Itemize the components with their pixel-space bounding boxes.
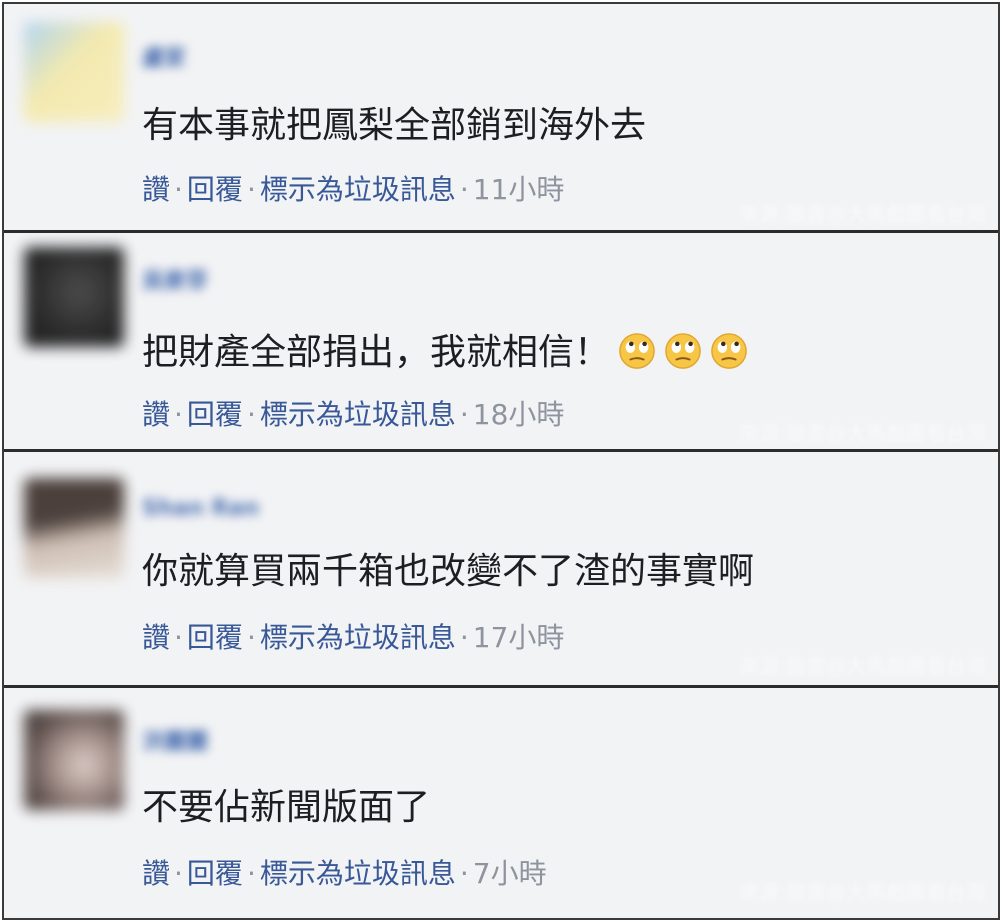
comment-actions: 讚 · 回覆 · 標示為垃圾訊息 · 11小時 — [142, 172, 564, 208]
comment-actions: 讚 · 回覆 · 標示為垃圾訊息 · 7小時 — [142, 856, 547, 892]
reply-link[interactable]: 回覆 — [187, 398, 243, 431]
separator-dot: · — [174, 621, 183, 654]
commenter-name[interactable]: 吳麥芽 — [142, 267, 208, 297]
comment-text: 不要佔新聞版面了 — [142, 787, 431, 828]
avatar[interactable] — [24, 247, 124, 347]
watermark: 來源:臉書@大馬戲團看台灣 — [739, 421, 986, 445]
watermark: 來源:臉書@大馬戲團看台灣 — [739, 202, 986, 226]
reply-link[interactable]: 回覆 — [187, 857, 243, 890]
rolling-eyes-emoji-icon — [665, 333, 701, 369]
separator-dot: · — [459, 398, 469, 431]
reply-link[interactable]: 回覆 — [187, 621, 243, 654]
comment: 盧家 有本事就把鳳梨全部銷到海外去 讚 · 回覆 · 標示為垃圾訊息 · 11小時 來源:臉… — [4, 4, 998, 230]
mark-spam-link[interactable]: 標示為垃圾訊息 — [260, 621, 456, 654]
separator-dot: · — [174, 398, 183, 431]
separator-dot: · — [459, 857, 469, 890]
separator-dot: · — [246, 173, 256, 206]
comment-actions: 讚 · 回覆 · 標示為垃圾訊息 · 17小時 — [142, 620, 564, 656]
rolling-eyes-emoji-icon — [619, 333, 655, 369]
separator-dot: · — [459, 173, 469, 206]
comment-actions: 讚 · 回覆 · 標示為垃圾訊息 · 18小時 — [142, 397, 564, 433]
comments-panel: 盧家 有本事就把鳳梨全部銷到海外去 讚 · 回覆 · 標示為垃圾訊息 · 11小時 來源:臉… — [2, 2, 1000, 920]
commenter-name[interactable]: 洪麗麗 — [142, 728, 208, 758]
like-link[interactable]: 讚 — [142, 398, 170, 431]
like-link[interactable]: 讚 — [142, 621, 170, 654]
comment: Shan Ran 你就算買兩千箱也改變不了渣的事實啊 讚 · 回覆 · 標示為垃圾訊息 ·… — [4, 452, 998, 685]
separator-dot: · — [174, 857, 183, 890]
commenter-name[interactable]: 盧家 — [142, 44, 186, 74]
comment-text: 把財產全部捐出，我就相信！ — [142, 331, 748, 375]
watermark: 來源:臉書@大馬戲團看台灣 — [739, 880, 986, 904]
timestamp[interactable]: 11小時 — [473, 173, 565, 206]
mark-spam-link[interactable]: 標示為垃圾訊息 — [260, 173, 456, 206]
commenter-name[interactable]: Shan Ran — [142, 494, 259, 524]
avatar[interactable] — [24, 710, 124, 810]
avatar[interactable] — [24, 22, 124, 122]
like-link[interactable]: 讚 — [142, 173, 170, 206]
timestamp[interactable]: 18小時 — [473, 398, 565, 431]
like-link[interactable]: 讚 — [142, 857, 170, 890]
avatar[interactable] — [24, 478, 124, 578]
separator-dot: · — [246, 857, 256, 890]
comment-text: 你就算買兩千箱也改變不了渣的事實啊 — [142, 551, 755, 592]
comment: 洪麗麗 不要佔新聞版面了 讚 · 回覆 · 標示為垃圾訊息 · 7小時 來源:臉書@大馬戲團… — [4, 688, 998, 918]
watermark: 來源:臉書@大馬戲團看台灣 — [739, 654, 986, 678]
mark-spam-link[interactable]: 標示為垃圾訊息 — [260, 857, 456, 890]
comment: 吳麥芽 把財產全部捐出，我就相信！ 讚 · 回覆 · 標示為垃圾訊息 · 18小… — [4, 233, 998, 449]
separator-dot: · — [246, 398, 256, 431]
rolling-eyes-emoji-icon — [711, 333, 747, 369]
reply-link[interactable]: 回覆 — [187, 173, 243, 206]
mark-spam-link[interactable]: 標示為垃圾訊息 — [260, 398, 456, 431]
timestamp[interactable]: 7小時 — [473, 857, 547, 890]
separator-dot: · — [174, 173, 183, 206]
separator-dot: · — [459, 621, 469, 654]
comment-text: 有本事就把鳳梨全部銷到海外去 — [142, 105, 647, 146]
comment-text-content: 把財產全部捐出，我就相信！ — [142, 332, 611, 373]
separator-dot: · — [246, 621, 256, 654]
timestamp[interactable]: 17小時 — [473, 621, 565, 654]
